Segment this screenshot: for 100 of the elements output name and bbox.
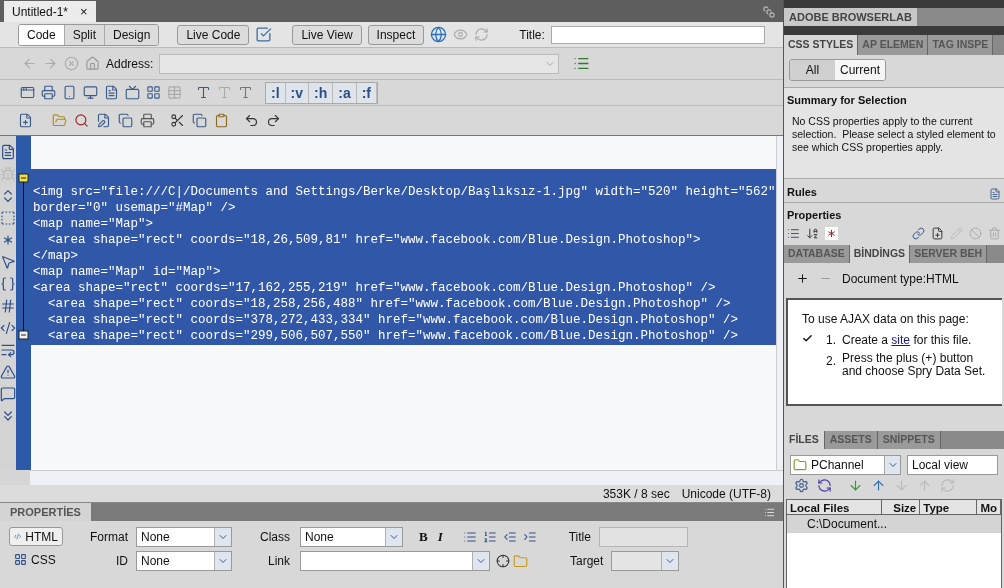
printer-icon[interactable]	[41, 85, 56, 100]
rule-icon[interactable]	[989, 188, 1001, 200]
column-header[interactable]: Type	[920, 499, 978, 514]
checklist-icon[interactable]	[255, 26, 273, 43]
pseudo-class-button[interactable]: :v	[285, 82, 309, 103]
paste-icon[interactable]	[214, 113, 229, 128]
horizontal-scrollbar[interactable]	[30, 470, 783, 485]
put-icon[interactable]	[871, 478, 886, 493]
site-select[interactable]: PChannel	[790, 454, 901, 475]
vertical-scrollbar[interactable]	[775, 136, 783, 470]
pseudo-class-button[interactable]: :l	[266, 82, 286, 103]
target-label: Target	[570, 553, 604, 570]
sort-icon[interactable]	[806, 227, 819, 240]
search-icon[interactable]	[74, 113, 89, 128]
edit-file-icon[interactable]	[96, 113, 111, 128]
inspect-button[interactable]: Inspect	[367, 24, 425, 45]
address-field[interactable]	[159, 53, 560, 74]
pointer-icon[interactable]	[0, 254, 16, 270]
step-number: 2.	[826, 352, 837, 370]
get-icon[interactable]	[848, 478, 863, 493]
site-link[interactable]: site	[891, 332, 911, 347]
monitor-icon[interactable]	[83, 85, 98, 100]
wrap-icon[interactable]	[0, 342, 16, 358]
copy-file-icon[interactable]	[118, 113, 133, 128]
code-icon[interactable]	[0, 320, 16, 336]
css-mode-button[interactable]: Current	[835, 60, 885, 80]
bold-button[interactable]: B	[419, 527, 428, 547]
close-tab-button[interactable]: ×	[80, 1, 88, 22]
live-view-button[interactable]: Live View	[292, 24, 362, 45]
hash-icon[interactable]	[0, 298, 16, 314]
document-tab[interactable]: Untitled-1* ×	[4, 1, 96, 22]
copy-icon[interactable]	[192, 113, 207, 128]
folder-icon[interactable]	[52, 113, 67, 128]
summary-heading: Summary for Selection	[787, 93, 908, 108]
text-size-icon[interactable]	[238, 85, 253, 100]
link-field[interactable]	[300, 551, 490, 571]
braces-icon[interactable]	[0, 276, 16, 292]
globe-icon[interactable]	[430, 26, 448, 43]
view-mode-button[interactable]: Design	[105, 24, 159, 45]
window-icon[interactable]	[20, 85, 35, 100]
panel-tab[interactable]: FİLES	[784, 430, 825, 449]
format-label: Format	[89, 529, 128, 546]
undo-icon[interactable]	[244, 113, 259, 128]
code-line: <area shape="rect" coords="18,26,509,81" href="www.facebook.com/Blue.Design.Photoshop">	[47, 232, 702, 248]
pseudo-class-button[interactable]: :a	[333, 82, 357, 103]
live-code-button[interactable]: Live Code	[177, 24, 250, 45]
check-out-icon[interactable]	[894, 478, 909, 493]
text-size-icon[interactable]	[196, 85, 211, 100]
title-field[interactable]	[550, 25, 765, 44]
title-label: Title:	[519, 26, 545, 44]
crosshair-icon[interactable]	[496, 554, 510, 568]
panel-tab[interactable]: CSS STYLES	[784, 35, 859, 55]
pseudo-class-button[interactable]: :h	[309, 82, 334, 103]
format-select[interactable]: None	[136, 527, 232, 547]
pseudo-class-button[interactable]: :f	[356, 82, 377, 103]
list-icon[interactable]	[787, 227, 800, 240]
printer-icon[interactable]	[140, 113, 155, 128]
new-rule-icon[interactable]	[931, 227, 944, 240]
redo-icon[interactable]	[266, 113, 281, 128]
view-mode-button[interactable]: Split	[64, 24, 106, 45]
column-header[interactable]: Local Files	[787, 499, 882, 514]
code-line: border="0" usemap="#Map" />	[32, 200, 237, 216]
property-mode-button[interactable]: HTML	[9, 527, 63, 546]
code-line: <area shape="rect" coords="18,258,256,488" href="www.facebook.com/Blue.Design.Photoshop" />	[47, 296, 732, 312]
id-select[interactable]: None	[136, 551, 232, 571]
tv-icon[interactable]	[125, 85, 140, 100]
new-file-icon[interactable]	[18, 113, 33, 128]
bullet-list-icon[interactable]	[462, 530, 477, 544]
class-select[interactable]: None	[300, 527, 403, 547]
property-mode-button[interactable]: CSS	[9, 550, 63, 569]
css-mode-button[interactable]: All	[790, 60, 835, 80]
code-fold-drawing[interactable]	[18, 173, 29, 340]
numbered-list-icon[interactable]	[482, 530, 497, 544]
target-select[interactable]	[611, 551, 680, 571]
document-icon[interactable]	[104, 85, 119, 100]
grid-icon[interactable]	[146, 85, 161, 100]
link-icon[interactable]	[912, 227, 925, 240]
column-header[interactable]: Mo	[977, 499, 1001, 514]
asterisk-icon[interactable]	[825, 227, 838, 240]
refresh-icon[interactable]	[817, 478, 832, 493]
warning-icon[interactable]	[0, 364, 16, 380]
panel-menu-icon[interactable]	[764, 507, 775, 518]
panel-tab[interactable]: BİNDİNGS	[849, 244, 911, 263]
plus-icon[interactable]	[796, 272, 809, 285]
view-select[interactable]: Local view	[907, 454, 998, 475]
indent-icon[interactable]	[522, 530, 537, 544]
properties-tab[interactable]: PROPERTİES	[0, 503, 91, 521]
view-mode-button[interactable]: Code	[19, 24, 65, 45]
check-in-icon[interactable]	[917, 478, 932, 493]
panel-title[interactable]: ADOBE BROWSERLAB	[784, 8, 917, 26]
outdent-icon[interactable]	[502, 530, 517, 544]
selection-icon[interactable]	[0, 210, 16, 226]
document-type-text: Document type:HTML	[842, 270, 959, 288]
phone-icon[interactable]	[62, 85, 77, 100]
document-icon[interactable]	[0, 144, 16, 160]
column-header[interactable]: Size	[882, 499, 921, 514]
italic-button[interactable]: I	[437, 527, 443, 547]
cut-icon[interactable]	[170, 113, 185, 128]
comment-icon[interactable]	[0, 386, 16, 402]
list-icon[interactable]	[573, 55, 591, 72]
